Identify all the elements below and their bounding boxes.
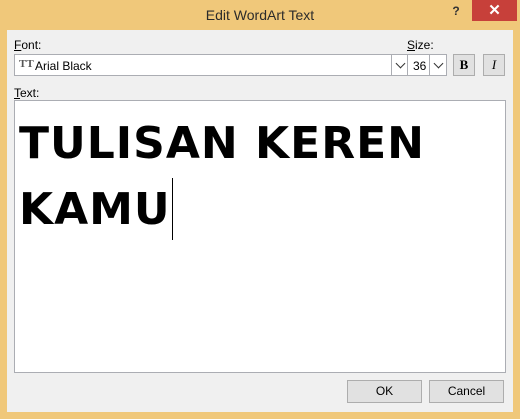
size-value: 36 [413, 59, 427, 73]
size-dropdown-arrow[interactable] [429, 55, 446, 75]
title-bar: Edit WordArt Text ? ✕ [0, 0, 520, 30]
size-label: Size: [407, 38, 434, 52]
text-caret [171, 178, 173, 240]
wordart-text-area[interactable]: TULISAN KEREN KAMU [14, 100, 506, 373]
chevron-down-icon [395, 58, 405, 69]
truetype-font-icon: TT [19, 58, 34, 70]
font-dropdown[interactable]: TT Arial Black [14, 54, 409, 76]
help-button[interactable]: ? [446, 2, 466, 20]
edit-wordart-dialog: Edit WordArt Text ? ✕ Font: TT Arial Bla… [0, 0, 520, 419]
wordart-text-value: TULISAN KEREN KAMU [19, 118, 425, 235]
text-label: Text: [14, 86, 39, 100]
chevron-down-icon [433, 58, 443, 69]
cancel-button[interactable]: Cancel [429, 380, 504, 403]
font-label-text: ont: [21, 38, 42, 52]
text-label-text: ext: [20, 86, 40, 100]
font-dropdown-arrow[interactable] [391, 55, 408, 75]
ok-button[interactable]: OK [347, 380, 422, 403]
wordart-text-content: TULISAN KEREN KAMU [19, 111, 499, 243]
dialog-client-area: Font: TT Arial Black Size: 36 B I Text: … [7, 30, 513, 412]
dialog-title: Edit WordArt Text [205, 7, 315, 23]
font-value: Arial Black [35, 59, 92, 73]
size-label-accelerator: S [407, 38, 416, 52]
italic-button[interactable]: I [483, 54, 505, 76]
close-button[interactable]: ✕ [472, 0, 517, 21]
size-label-text: ize: [415, 38, 434, 52]
bold-button[interactable]: B [453, 54, 475, 76]
font-label: Font: [14, 38, 41, 52]
size-dropdown[interactable]: 36 [407, 54, 447, 76]
